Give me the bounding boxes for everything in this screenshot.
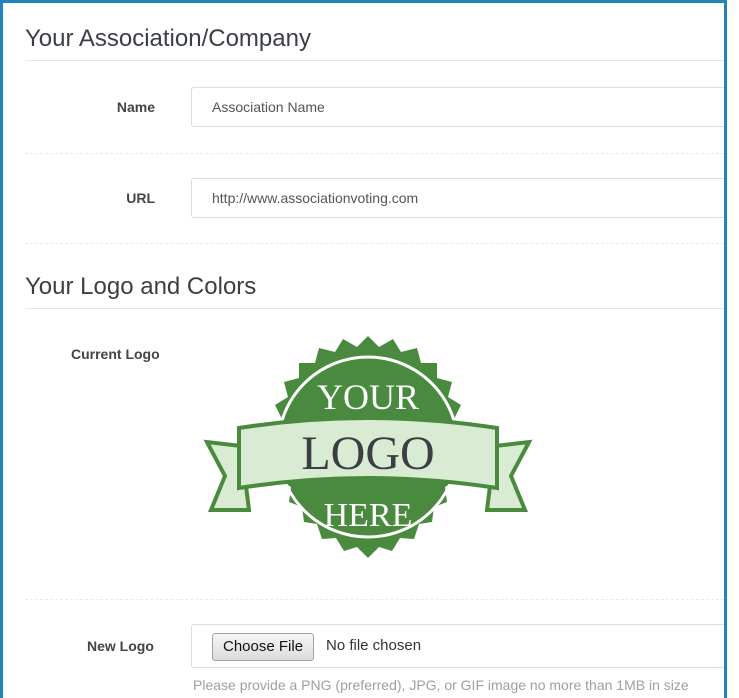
row-divider [25, 243, 724, 244]
logo-help-text: Please provide a PNG (preferred), JPG, o… [193, 677, 689, 693]
new-logo-file-input[interactable]: Choose File No file chosen [191, 624, 724, 668]
logo-text-top: YOUR [317, 377, 419, 417]
logo-text-bottom: HERE [324, 497, 413, 534]
current-logo-label: Current Logo [71, 346, 160, 362]
current-logo-image: YOUR LOGO HERE [203, 336, 533, 558]
url-label: URL [126, 190, 155, 206]
logo-text-middle: LOGO [301, 427, 434, 480]
row-divider [25, 153, 724, 154]
new-logo-label: New Logo [87, 638, 154, 654]
name-input[interactable]: Association Name [191, 87, 724, 127]
settings-panel: Your Association/Company Name Associatio… [0, 0, 727, 698]
choose-file-button[interactable]: Choose File [212, 633, 315, 661]
logo-section-title: Your Logo and Colors [25, 273, 257, 300]
row-divider [25, 599, 724, 600]
name-label: Name [116, 99, 155, 115]
association-section-title: Your Association/Company [25, 25, 311, 52]
file-status-text: No file chosen [326, 637, 422, 654]
section-divider [25, 60, 724, 61]
url-input[interactable]: http://www.associationvoting.com [191, 178, 724, 218]
section-divider [25, 308, 724, 309]
